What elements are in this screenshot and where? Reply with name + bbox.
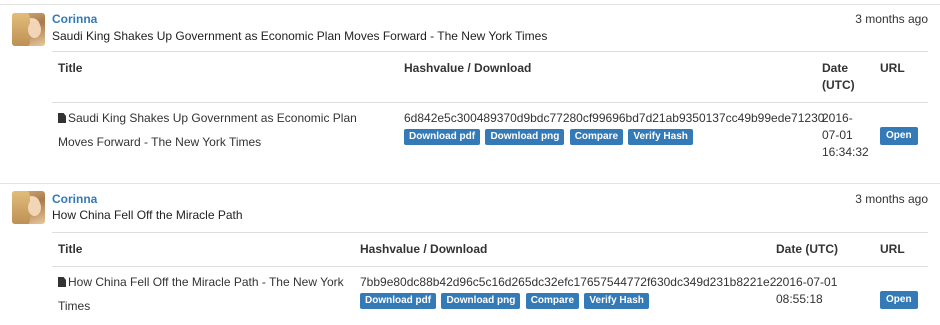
hash-cell: 6d842e5c300489370d9bdc77280cf99696bd7d21… — [398, 103, 816, 169]
document-icon — [58, 277, 66, 287]
url-cell: Open — [874, 267, 928, 325]
url-cell: Open — [874, 103, 928, 169]
column-header-title: Title — [52, 52, 398, 103]
timestamp-relative: 3 months ago — [855, 12, 928, 26]
download-pdf-button[interactable]: Download pdf — [404, 129, 480, 145]
column-header-date: Date (UTC) — [770, 233, 874, 267]
entry-headline: Saudi King Shakes Up Government as Econo… — [52, 29, 547, 43]
column-header-date: Date (UTC) — [816, 52, 874, 103]
download-pdf-button[interactable]: Download pdf — [360, 293, 436, 309]
document-icon — [58, 113, 66, 123]
column-header-hash: Hashvalue / Download — [354, 233, 770, 267]
activity-entry: Corinna 3 months ago How China Fell Off … — [0, 181, 940, 317]
column-header-title: Title — [52, 233, 354, 267]
avatar[interactable] — [12, 13, 45, 46]
entry-headline: How China Fell Off the Miracle Path — [52, 208, 243, 222]
open-button[interactable]: Open — [880, 127, 918, 145]
hash-value: 6d842e5c300489370d9bdc77280cf99696bd7d21… — [404, 110, 810, 126]
hash-cell: 7bb9e80dc88b42d96c5c16d265dc32efc1765754… — [354, 267, 770, 325]
compare-button[interactable]: Compare — [526, 293, 579, 309]
archive-table: Title Hashvalue / Download Date (UTC) UR… — [52, 51, 928, 168]
avatar[interactable] — [12, 191, 45, 224]
title-cell: Saudi King Shakes Up Government as Econo… — [52, 103, 398, 169]
hash-value: 7bb9e80dc88b42d96c5c16d265dc32efc1765754… — [360, 274, 764, 290]
title-cell: How China Fell Off the Miracle Path - Th… — [52, 267, 354, 325]
page-title-text: Saudi King Shakes Up Government as Econo… — [58, 111, 357, 149]
verify-hash-button[interactable]: Verify Hash — [628, 129, 692, 145]
verify-hash-button[interactable]: Verify Hash — [584, 293, 648, 309]
column-header-hash: Hashvalue / Download — [398, 52, 816, 103]
activity-entry: Corinna 3 months ago Saudi King Shakes U… — [0, 0, 940, 180]
table-row: How China Fell Off the Miracle Path - Th… — [52, 267, 928, 325]
column-header-url: URL — [874, 52, 928, 103]
archive-table: Title Hashvalue / Download Date (UTC) UR… — [52, 232, 928, 325]
compare-button[interactable]: Compare — [570, 129, 623, 145]
timestamp-relative: 3 months ago — [855, 192, 928, 206]
download-png-button[interactable]: Download png — [441, 293, 520, 309]
open-button[interactable]: Open — [880, 291, 918, 309]
table-row: Saudi King Shakes Up Government as Econo… — [52, 103, 928, 169]
page-title-text: How China Fell Off the Miracle Path - Th… — [58, 275, 344, 313]
user-name-link[interactable]: Corinna — [52, 12, 97, 26]
date-cell: 2016-07-01 08:55:18 — [770, 267, 874, 325]
download-png-button[interactable]: Download png — [485, 129, 564, 145]
date-cell: 2016-07-01 16:34:32 — [816, 103, 874, 169]
user-name-link[interactable]: Corinna — [52, 192, 97, 206]
column-header-url: URL — [874, 233, 928, 267]
